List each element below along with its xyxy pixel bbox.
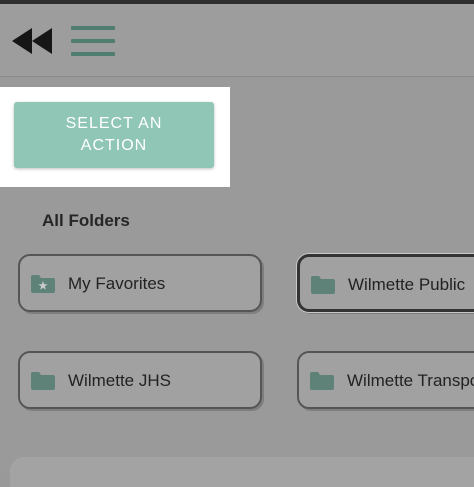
folder-label: Wilmette Public — [348, 275, 466, 294]
folder-icon — [311, 276, 335, 294]
folder-label: Wilmette JHS — [68, 371, 171, 390]
folder-wilmette-transpo[interactable]: Wilmette Transpo — [297, 351, 474, 409]
main-content: SELECT AN ACTION All Folders My Favorite… — [0, 77, 474, 487]
folder-wilmette-jhs[interactable]: Wilmette JHS — [18, 351, 262, 409]
rewind-button[interactable] — [10, 26, 56, 56]
hamburger-menu-icon — [71, 26, 115, 30]
folder-icon — [31, 372, 55, 390]
folder-my-favorites[interactable]: My Favorites — [18, 254, 262, 312]
folder-icon — [310, 372, 334, 390]
section-title: All Folders — [42, 211, 130, 230]
rewind-icon — [12, 28, 52, 54]
select-action-button[interactable]: SELECT AN ACTION — [14, 102, 214, 168]
folder-wilmette-public[interactable]: Wilmette Public — [297, 254, 474, 312]
folder-star-icon — [31, 275, 55, 293]
next-section-card — [10, 457, 474, 487]
menu-button[interactable] — [70, 24, 118, 58]
action-panel: SELECT AN ACTION — [0, 87, 230, 187]
folder-label: My Favorites — [68, 274, 166, 293]
folder-label: Wilmette Transpo — [347, 371, 474, 390]
app-header — [0, 4, 474, 77]
